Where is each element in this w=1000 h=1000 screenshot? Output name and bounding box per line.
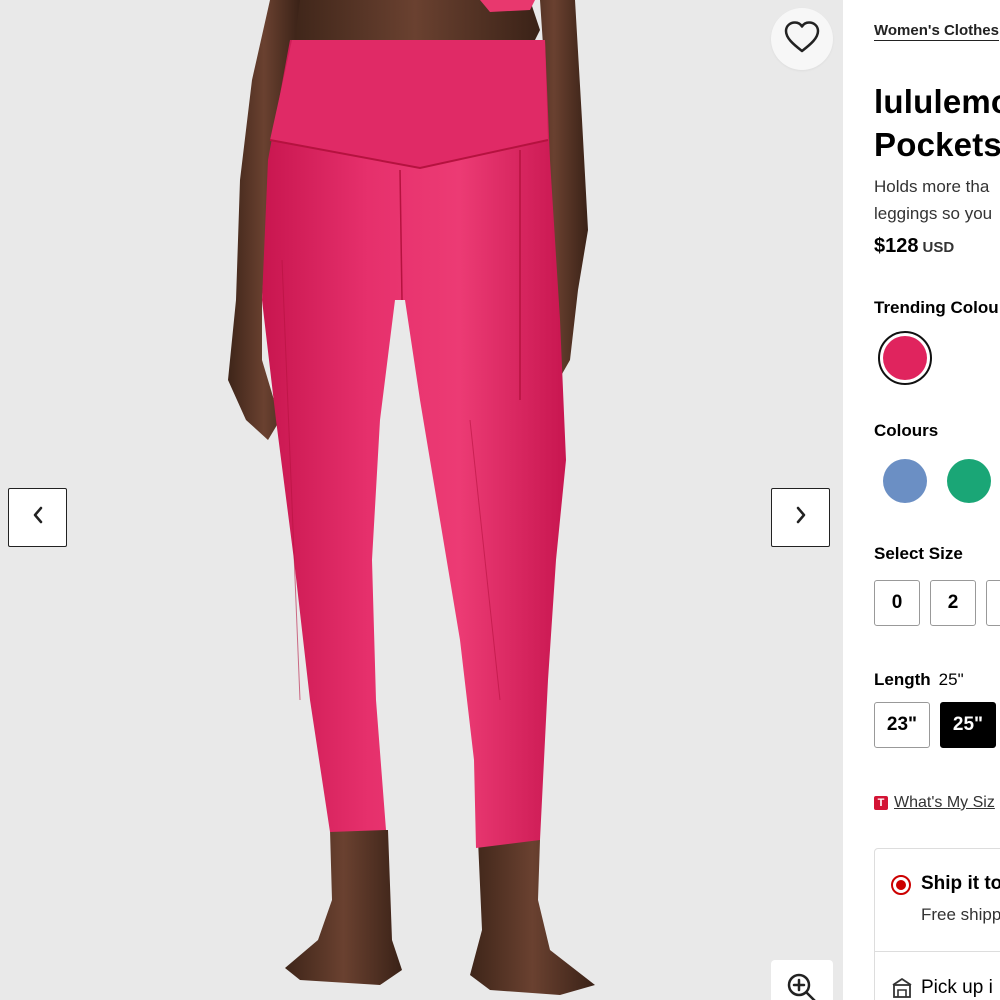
size-option-next[interactable] <box>986 580 1000 626</box>
price-currency: USD <box>922 239 955 256</box>
t-logo-icon: T <box>874 796 888 810</box>
size-option-0[interactable]: 0 <box>874 580 920 626</box>
product-description-line-2: leggings so you <box>874 204 993 223</box>
ship-option-title[interactable]: Ship it to <box>921 873 1000 895</box>
size-help-text: What's My Siz <box>894 794 995 811</box>
product-details-panel: Women's Clothes lululemo Pockets Holds m… <box>843 0 1000 1000</box>
size-option-2[interactable]: 2 <box>930 580 976 626</box>
colour-swatch-blue[interactable] <box>883 459 927 503</box>
product-photo <box>228 0 595 995</box>
product-description-line-1: Holds more tha <box>874 177 990 196</box>
zoom-in-icon <box>786 972 818 1000</box>
length-option-25[interactable]: 25" <box>940 702 996 748</box>
next-image-button[interactable] <box>771 488 830 547</box>
length-selected-value: 25" <box>938 670 964 689</box>
chevron-right-icon <box>794 505 808 530</box>
product-image-gallery <box>0 0 843 1000</box>
favorite-button[interactable] <box>771 8 833 70</box>
store-icon <box>891 977 913 1000</box>
product-description: Holds more tha leggings so you <box>874 173 992 227</box>
price-amount: $128 <box>874 235 919 257</box>
size-help-link[interactable]: T What's My Siz <box>874 794 995 812</box>
colour-swatch-green[interactable] <box>947 459 991 503</box>
select-size-label: Select Size <box>874 544 963 563</box>
length-label-text: Length <box>874 670 931 689</box>
swatch-fill <box>883 336 927 380</box>
length-option-23[interactable]: 23" <box>874 702 930 748</box>
product-title: lululemo Pockets <box>874 80 1000 166</box>
trending-colours-label: Trending Colou <box>874 298 999 317</box>
heart-icon <box>783 20 821 59</box>
ship-radio-selected[interactable] <box>891 875 911 895</box>
divider <box>875 951 1000 952</box>
pickup-option-title[interactable]: Pick up i <box>921 977 993 999</box>
previous-image-button[interactable] <box>8 488 67 547</box>
ship-option-subtitle: Free shipp <box>921 905 1000 924</box>
zoom-button[interactable] <box>771 960 833 1000</box>
trending-colour-swatch-selected[interactable] <box>878 331 932 385</box>
radio-dot <box>896 880 906 890</box>
product-title-line-1: lululemo <box>874 83 1000 120</box>
length-label: Length 25" <box>874 670 964 690</box>
chevron-left-icon <box>31 505 45 530</box>
breadcrumb-link[interactable]: Women's Clothes <box>874 22 999 41</box>
product-title-line-2: Pockets <box>874 126 1000 163</box>
colours-label: Colours <box>874 421 939 440</box>
fulfillment-options: Ship it to Free shipp Pick up i <box>874 848 1000 1000</box>
product-price: $128 USD <box>874 235 954 258</box>
